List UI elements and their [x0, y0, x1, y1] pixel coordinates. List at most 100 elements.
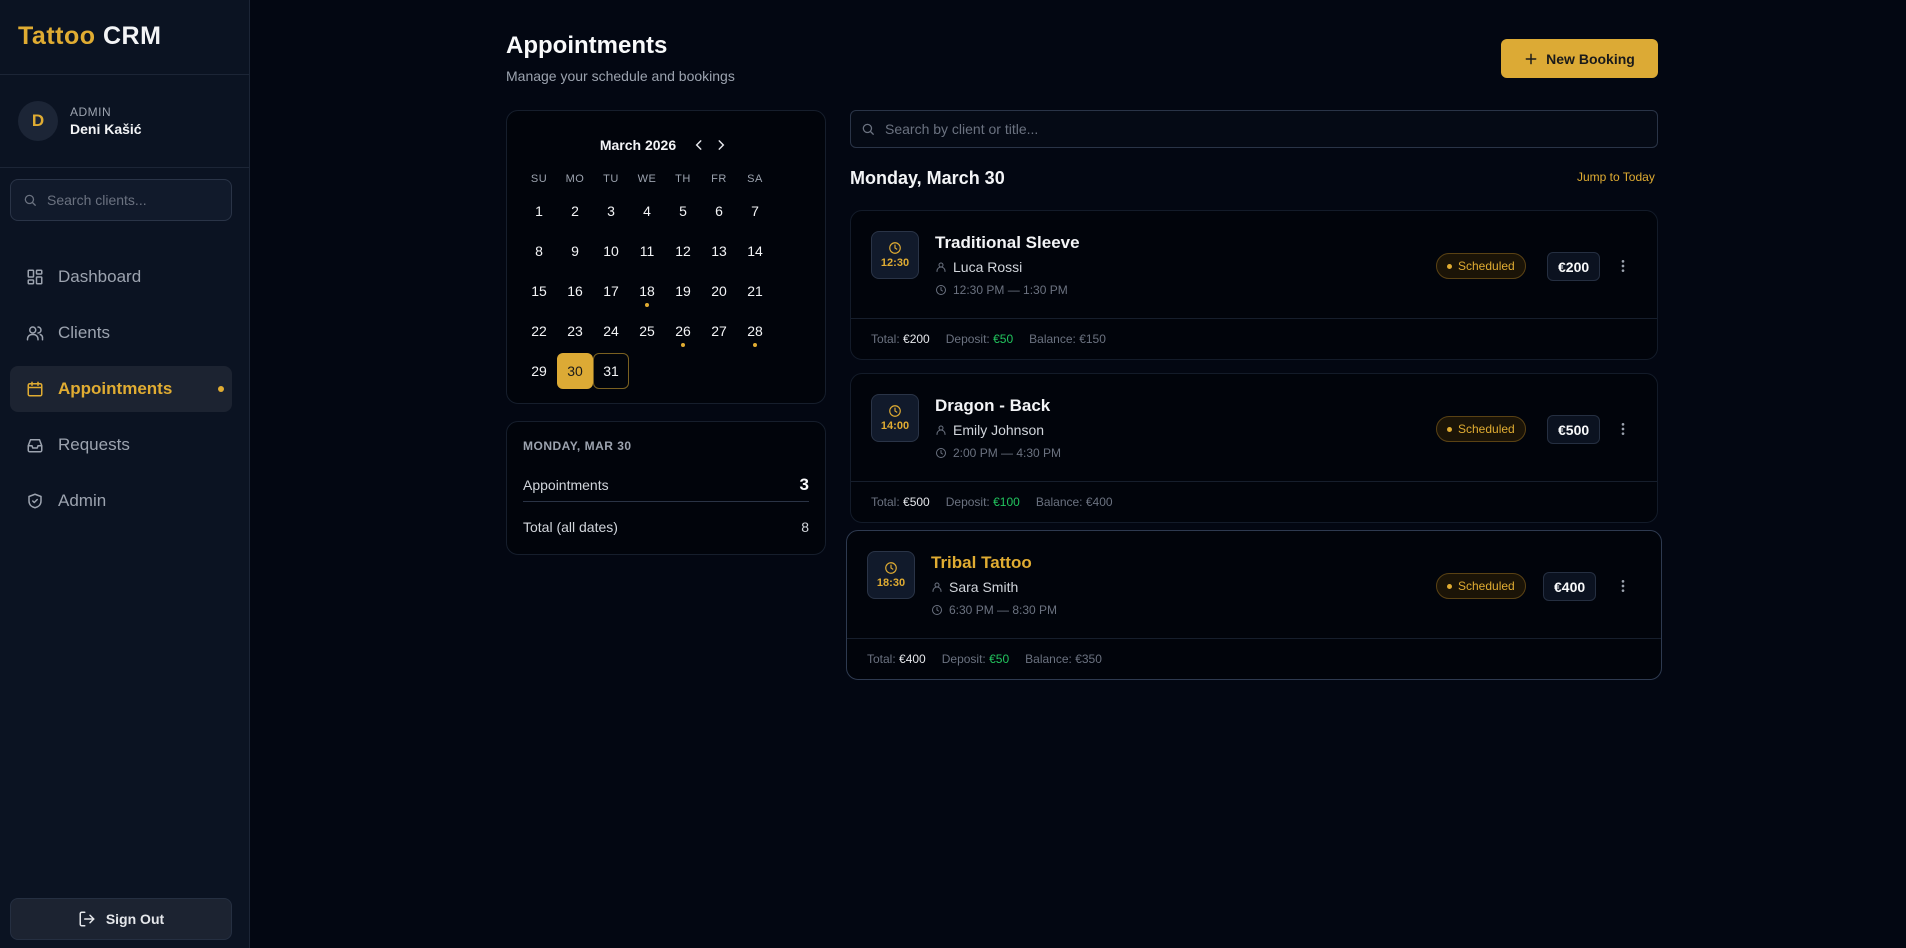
weekday-label: TU [603, 173, 619, 185]
calendar-day[interactable]: 3 [593, 193, 629, 229]
calendar-day[interactable]: 10 [593, 233, 629, 269]
next-month-button[interactable] [714, 138, 728, 152]
calendar-day[interactable]: 19 [665, 273, 701, 309]
calendar-day-number: 16 [567, 283, 583, 299]
calendar-day[interactable]: 4 [629, 193, 665, 229]
calendar-icon [26, 380, 44, 398]
calendar-day[interactable]: 30 [557, 353, 593, 389]
dashboard-icon [26, 268, 44, 286]
sidebar-item-dashboard[interactable]: Dashboard [10, 254, 232, 300]
calendar-day[interactable]: 7 [737, 193, 773, 229]
balance-label: Balance: [1029, 332, 1076, 346]
calendar-day-number: 24 [603, 323, 619, 339]
calendar-day-number: 15 [531, 283, 547, 299]
sign-out-button[interactable]: Sign Out [10, 898, 232, 940]
calendar-day-number: 3 [607, 203, 615, 219]
status-badge: Scheduled [1436, 416, 1526, 442]
calendar-day[interactable]: 21 [737, 273, 773, 309]
weekday-label: SA [747, 173, 763, 185]
sidebar-item-requests[interactable]: Requests [10, 422, 232, 468]
jump-to-today-link[interactable]: Jump to Today [1577, 170, 1655, 184]
day-summary: MONDAY, MAR 30 Appointments 3 Total (all… [506, 421, 826, 555]
calendar-day[interactable]: 2 [557, 193, 593, 229]
event-dot [681, 343, 685, 347]
more-options-icon[interactable] [1613, 255, 1633, 277]
calendar-day[interactable]: 1 [521, 193, 557, 229]
calendar-day[interactable]: 16 [557, 273, 593, 309]
status-dot [1447, 583, 1452, 589]
sidebar-item-admin[interactable]: Admin [10, 478, 232, 524]
calendar-day-number: 12 [675, 243, 691, 259]
calendar-day[interactable]: 9 [557, 233, 593, 269]
calendar-day[interactable]: 6 [701, 193, 737, 229]
prev-month-button[interactable] [692, 138, 706, 152]
calendar-day-number: 27 [711, 323, 727, 339]
deposit-label: Deposit: [941, 652, 986, 666]
calendar-day-number: 6 [715, 203, 723, 219]
calendar-day[interactable]: 8 [521, 233, 557, 269]
price-badge: €400 [1543, 572, 1597, 601]
calendar-day[interactable]: 26 [665, 313, 701, 349]
appointment-title: Traditional Sleeve [935, 233, 1080, 252]
user-name: Deni Kašić [70, 121, 142, 137]
new-booking-button[interactable]: New Booking [1501, 39, 1658, 78]
appointment-client-name: Luca Rossi [953, 259, 1023, 275]
sidebar-item-appointments[interactable]: Appointments [10, 366, 232, 412]
appointment-search-input[interactable] [885, 121, 1645, 137]
calendar-day[interactable]: 23 [557, 313, 593, 349]
page-subtitle: Manage your schedule and bookings [506, 68, 735, 84]
calendar-weekdays: SU MO TU WE TH FR SA [521, 173, 773, 185]
appointment-card[interactable]: 12:30 Traditional Sleeve Luca Rossi 12:3… [850, 210, 1658, 360]
calendar-day[interactable]: 14 [737, 233, 773, 269]
calendar-day[interactable]: 13 [701, 233, 737, 269]
calendar-day[interactable]: 31 [593, 353, 629, 389]
more-options-icon[interactable] [1613, 575, 1633, 597]
calendar-day-number: 21 [747, 283, 763, 299]
status-dot [1447, 263, 1452, 269]
calendar-day-number: 20 [711, 283, 727, 299]
sidebar-nav: Dashboard Clients Appointments Requests [10, 254, 232, 534]
weekday-label: SU [530, 173, 548, 185]
appointment-card-header: 14:00 Dragon - Back Emily Johnson 2:00 P… [851, 374, 1657, 482]
deposit-value: €50 [989, 652, 1010, 666]
calendar-day-number: 2 [571, 203, 579, 219]
calendar: March 2026 SU MO TU WE TH FR SA 1 2 3 4 5 6 7 8 9 10 11 1… [506, 110, 826, 404]
balance-label: Balance: [1025, 652, 1072, 666]
summary-total-label: Total (all dates) [523, 519, 618, 535]
summary-total-count: 8 [801, 519, 809, 535]
deposit-label: Deposit: [945, 495, 990, 509]
calendar-day-number: 28 [747, 323, 763, 339]
calendar-day[interactable]: 25 [629, 313, 665, 349]
calendar-day[interactable]: 22 [521, 313, 557, 349]
calendar-day[interactable]: 17 [593, 273, 629, 309]
appointment-time: 14:00 [880, 420, 910, 432]
appointment-card[interactable]: 18:30 Tribal Tattoo Sara Smith 6:30 PM —… [846, 530, 1662, 680]
calendar-day[interactable]: 15 [521, 273, 557, 309]
calendar-day[interactable]: 24 [593, 313, 629, 349]
calendar-day[interactable]: 11 [629, 233, 665, 269]
sidebar-item-clients[interactable]: Clients [10, 310, 232, 356]
calendar-day[interactable]: 29 [521, 353, 557, 389]
calendar-month: March 2026 [599, 137, 677, 153]
appointment-time-badge: 12:30 [871, 231, 919, 279]
deposit-value: €50 [993, 332, 1014, 346]
more-options-icon[interactable] [1613, 418, 1633, 440]
calendar-day[interactable]: 12 [665, 233, 701, 269]
calendar-day[interactable]: 27 [701, 313, 737, 349]
client-search-input[interactable] [47, 192, 217, 208]
clock-icon [935, 447, 947, 459]
appointment-payment-row: Total: €400 Deposit: €50 Balance: €350 [847, 639, 1661, 679]
appointment-client-name: Emily Johnson [953, 422, 1045, 438]
calendar-day[interactable]: 18 [629, 273, 665, 309]
appointment-title: Tribal Tattoo [931, 553, 1032, 572]
event-dot [753, 343, 757, 347]
calendar-day[interactable]: 28 [737, 313, 773, 349]
sidebar-item-label: Appointments [58, 379, 173, 398]
calendar-day[interactable]: 20 [701, 273, 737, 309]
day-title: Monday, March 30 [850, 168, 1005, 188]
sidebar: Tattoo CRM D ADMIN Deni Kašić Dashboard … [0, 0, 250, 948]
total-value: €400 [899, 652, 926, 666]
appointment-card[interactable]: 14:00 Dragon - Back Emily Johnson 2:00 P… [850, 373, 1658, 523]
summary-date: MONDAY, MAR 30 [523, 439, 632, 453]
calendar-day[interactable]: 5 [665, 193, 701, 229]
